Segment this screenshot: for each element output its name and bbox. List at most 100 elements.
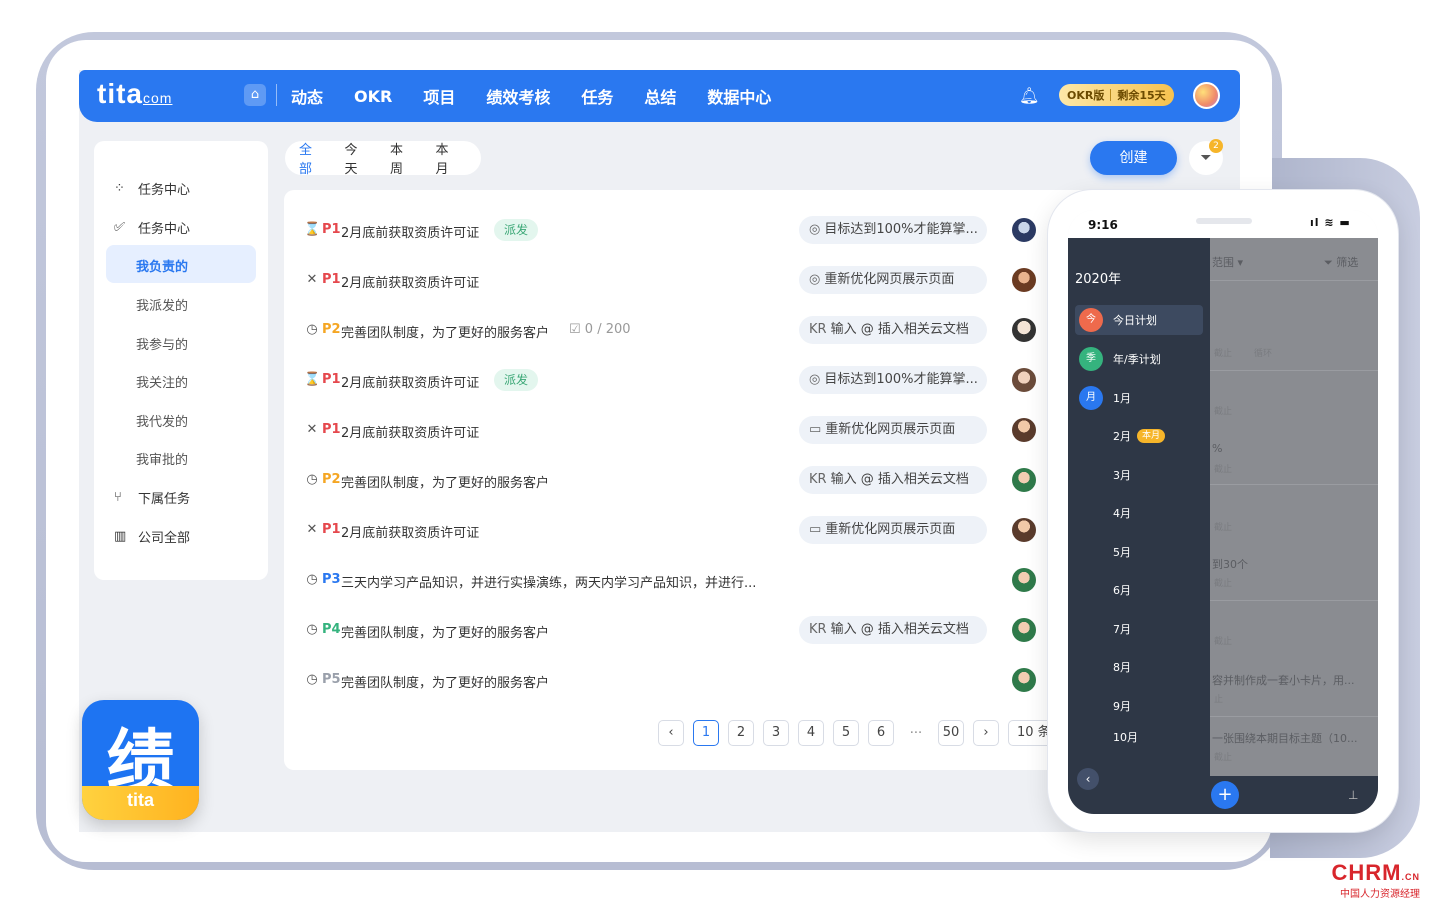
drawer-item-jun[interactable]: 6月 bbox=[1075, 575, 1203, 605]
nav-item-project[interactable]: 项目 bbox=[423, 84, 455, 108]
avatar[interactable] bbox=[1012, 568, 1036, 592]
drawer-item-apr[interactable]: 4月 bbox=[1075, 498, 1203, 528]
sidebar-item-task-center[interactable]: ⁘ 任务中心 bbox=[114, 178, 190, 198]
org-chart-icon[interactable]: ⊥ bbox=[1348, 788, 1358, 802]
kr-icon: KR bbox=[809, 622, 827, 637]
drawer-item-feb[interactable]: 2月 本月 bbox=[1075, 421, 1203, 451]
linked-kr[interactable]: ◎ 目标达到100%才能算掌... bbox=[799, 216, 987, 244]
avatar[interactable] bbox=[1012, 418, 1036, 442]
home-icon[interactable]: ⌂ bbox=[244, 84, 266, 106]
bell-icon[interactable]: 🔔︎ bbox=[1019, 86, 1039, 105]
drawer-item-jan[interactable]: 月 1月 bbox=[1075, 383, 1203, 413]
avatar[interactable] bbox=[1012, 368, 1036, 392]
chevron-left-icon[interactable]: ‹ bbox=[1077, 768, 1099, 790]
linked-kr-label: 输入 @ 插入相关云文档 bbox=[830, 622, 969, 637]
drawer-year: 2020年 bbox=[1075, 272, 1122, 287]
tab-this-week[interactable]: 本周 bbox=[390, 139, 416, 177]
prev-page-button[interactable]: ‹ bbox=[658, 720, 684, 746]
drawer-item-year-quarter[interactable]: 季 年/季计划 bbox=[1075, 344, 1203, 374]
avatar[interactable] bbox=[1012, 218, 1036, 242]
task-title[interactable]: 三天内学习产品知识，并进行实操演练，两天内学习产品知识，并进行... bbox=[341, 572, 756, 591]
priority-label: P1 bbox=[322, 272, 341, 287]
drawer-item-sep[interactable]: 9月 bbox=[1075, 691, 1203, 721]
task-title[interactable]: 完善团队制度，为了更好的服务客户 bbox=[341, 322, 549, 341]
task-title[interactable]: 2月底前获取资质许可证 bbox=[341, 522, 479, 541]
sidebar-item-following[interactable]: 我关注的 bbox=[136, 372, 188, 391]
nav-item-summary[interactable]: 总结 bbox=[644, 84, 676, 108]
drawer-item-mar[interactable]: 3月 bbox=[1075, 460, 1203, 490]
sidebar-item-approval[interactable]: 我审批的 bbox=[136, 449, 188, 468]
task-title[interactable]: 完善团队制度，为了更好的服务客户 bbox=[341, 622, 549, 641]
okr-version-badge[interactable]: OKR版 剩余15天 bbox=[1059, 84, 1174, 106]
linked-kr-label: 目标达到100%才能算掌... bbox=[824, 222, 978, 237]
linked-kr[interactable]: KR 输入 @ 插入相关云文档 bbox=[799, 316, 987, 344]
sidebar-item-label: 公司全部 bbox=[138, 530, 191, 546]
pagination-ellipsis[interactable]: ··· bbox=[903, 726, 929, 741]
avatar[interactable] bbox=[1012, 318, 1036, 342]
nav-item-okr[interactable]: OKR bbox=[354, 87, 392, 106]
bg-row-meta: 截止 bbox=[1214, 407, 1233, 417]
linked-kr[interactable]: ◎ 重新优化网页展示页面 bbox=[799, 266, 987, 294]
bg-row-meta: 截止 bbox=[1214, 637, 1233, 647]
drawer-item-today[interactable]: 今 今日计划 bbox=[1075, 305, 1203, 335]
sidebar-item-task-center-2[interactable]: ✅︎ 任务中心 bbox=[114, 217, 190, 237]
target-icon: ◎ bbox=[809, 222, 821, 237]
nav-item-data-center[interactable]: 数据中心 bbox=[707, 84, 771, 108]
nav-divider bbox=[276, 84, 277, 106]
avatar[interactable] bbox=[1012, 668, 1036, 692]
page-button[interactable]: 4 bbox=[798, 720, 824, 746]
avatar[interactable] bbox=[1012, 518, 1036, 542]
page-button[interactable]: 1 bbox=[693, 720, 719, 746]
nav-item-tasks[interactable]: 任务 bbox=[581, 84, 613, 108]
drawer-item-oct[interactable]: 10月 bbox=[1075, 729, 1203, 747]
task-title[interactable]: 2月底前获取资质许可证 bbox=[341, 422, 479, 441]
page-button[interactable]: 5 bbox=[833, 720, 859, 746]
page-button[interactable]: 50 bbox=[938, 720, 964, 746]
task-title[interactable]: 2月底前获取资质许可证 bbox=[341, 372, 479, 391]
clock-icon: ◷ bbox=[306, 572, 318, 587]
drawer-item-may[interactable]: 5月 bbox=[1075, 537, 1203, 567]
add-icon[interactable]: + bbox=[1211, 781, 1239, 809]
sidebar-item-participating[interactable]: 我参与的 bbox=[136, 334, 188, 353]
next-page-button[interactable]: › bbox=[973, 720, 999, 746]
avatar[interactable] bbox=[1012, 468, 1036, 492]
sidebar-item-assigned-by-me[interactable]: 我派发的 bbox=[136, 295, 188, 314]
task-title[interactable]: 完善团队制度，为了更好的服务客户 bbox=[341, 472, 549, 491]
sidebar-item-my-responsible[interactable]: 我负责的 bbox=[136, 256, 188, 275]
linked-kr[interactable]: KR 输入 @ 插入相关云文档 bbox=[799, 466, 987, 494]
clock-icon: ◷ bbox=[306, 472, 318, 487]
task-title[interactable]: 2月底前获取资质许可证 bbox=[341, 272, 479, 291]
page-button[interactable]: 6 bbox=[868, 720, 894, 746]
checklist-progress: ☑ 0 / 200 bbox=[569, 322, 631, 337]
linked-kr[interactable]: ▭ 重新优化网页展示页面 bbox=[799, 416, 987, 444]
hierarchy-icon: ⑂ bbox=[114, 489, 122, 505]
drawer-item-label: 年/季计划 bbox=[1113, 353, 1161, 366]
page-button[interactable]: 3 bbox=[763, 720, 789, 746]
task-title[interactable]: 2月底前获取资质许可证 bbox=[341, 222, 479, 241]
nav-item-feed[interactable]: 动态 bbox=[291, 84, 323, 108]
bg-row-title: 到30个 bbox=[1212, 558, 1248, 571]
linked-kr[interactable]: ◎ 目标达到100%才能算掌... bbox=[799, 366, 987, 394]
bg-row-meta: 截止 bbox=[1214, 523, 1233, 533]
tab-this-month[interactable]: 本月 bbox=[436, 139, 462, 177]
linked-kr[interactable]: KR 输入 @ 插入相关云文档 bbox=[799, 616, 987, 644]
sidebar-item-delegated[interactable]: 我代发的 bbox=[136, 411, 188, 430]
logo[interactable]: titacom bbox=[97, 78, 172, 110]
signal-wifi-battery-icon: ıl ≋ ▬ bbox=[1310, 216, 1351, 229]
create-button[interactable]: 创建 bbox=[1090, 141, 1177, 175]
sidebar-item-company-all[interactable]: ▥ 公司全部 bbox=[114, 526, 190, 546]
page-button[interactable]: 2 bbox=[728, 720, 754, 746]
linked-kr[interactable]: ▭ 重新优化网页展示页面 bbox=[799, 516, 987, 544]
drawer-item-aug[interactable]: 8月 bbox=[1075, 652, 1203, 682]
tab-today[interactable]: 今天 bbox=[345, 139, 371, 177]
logo-suffix: com bbox=[143, 90, 173, 106]
avatar[interactable] bbox=[1012, 618, 1036, 642]
nav-item-performance[interactable]: 绩效考核 bbox=[486, 84, 550, 108]
sidebar-item-subordinate-tasks[interactable]: ⑂ 下属任务 bbox=[114, 487, 190, 507]
user-avatar[interactable] bbox=[1193, 82, 1220, 109]
task-title[interactable]: 完善团队制度，为了更好的服务客户 bbox=[341, 672, 549, 691]
tab-all[interactable]: 全部 bbox=[299, 139, 325, 177]
avatar[interactable] bbox=[1012, 268, 1036, 292]
drawer-item-jul[interactable]: 7月 bbox=[1075, 614, 1203, 644]
bg-row-meta: 截止 bbox=[1214, 753, 1233, 763]
